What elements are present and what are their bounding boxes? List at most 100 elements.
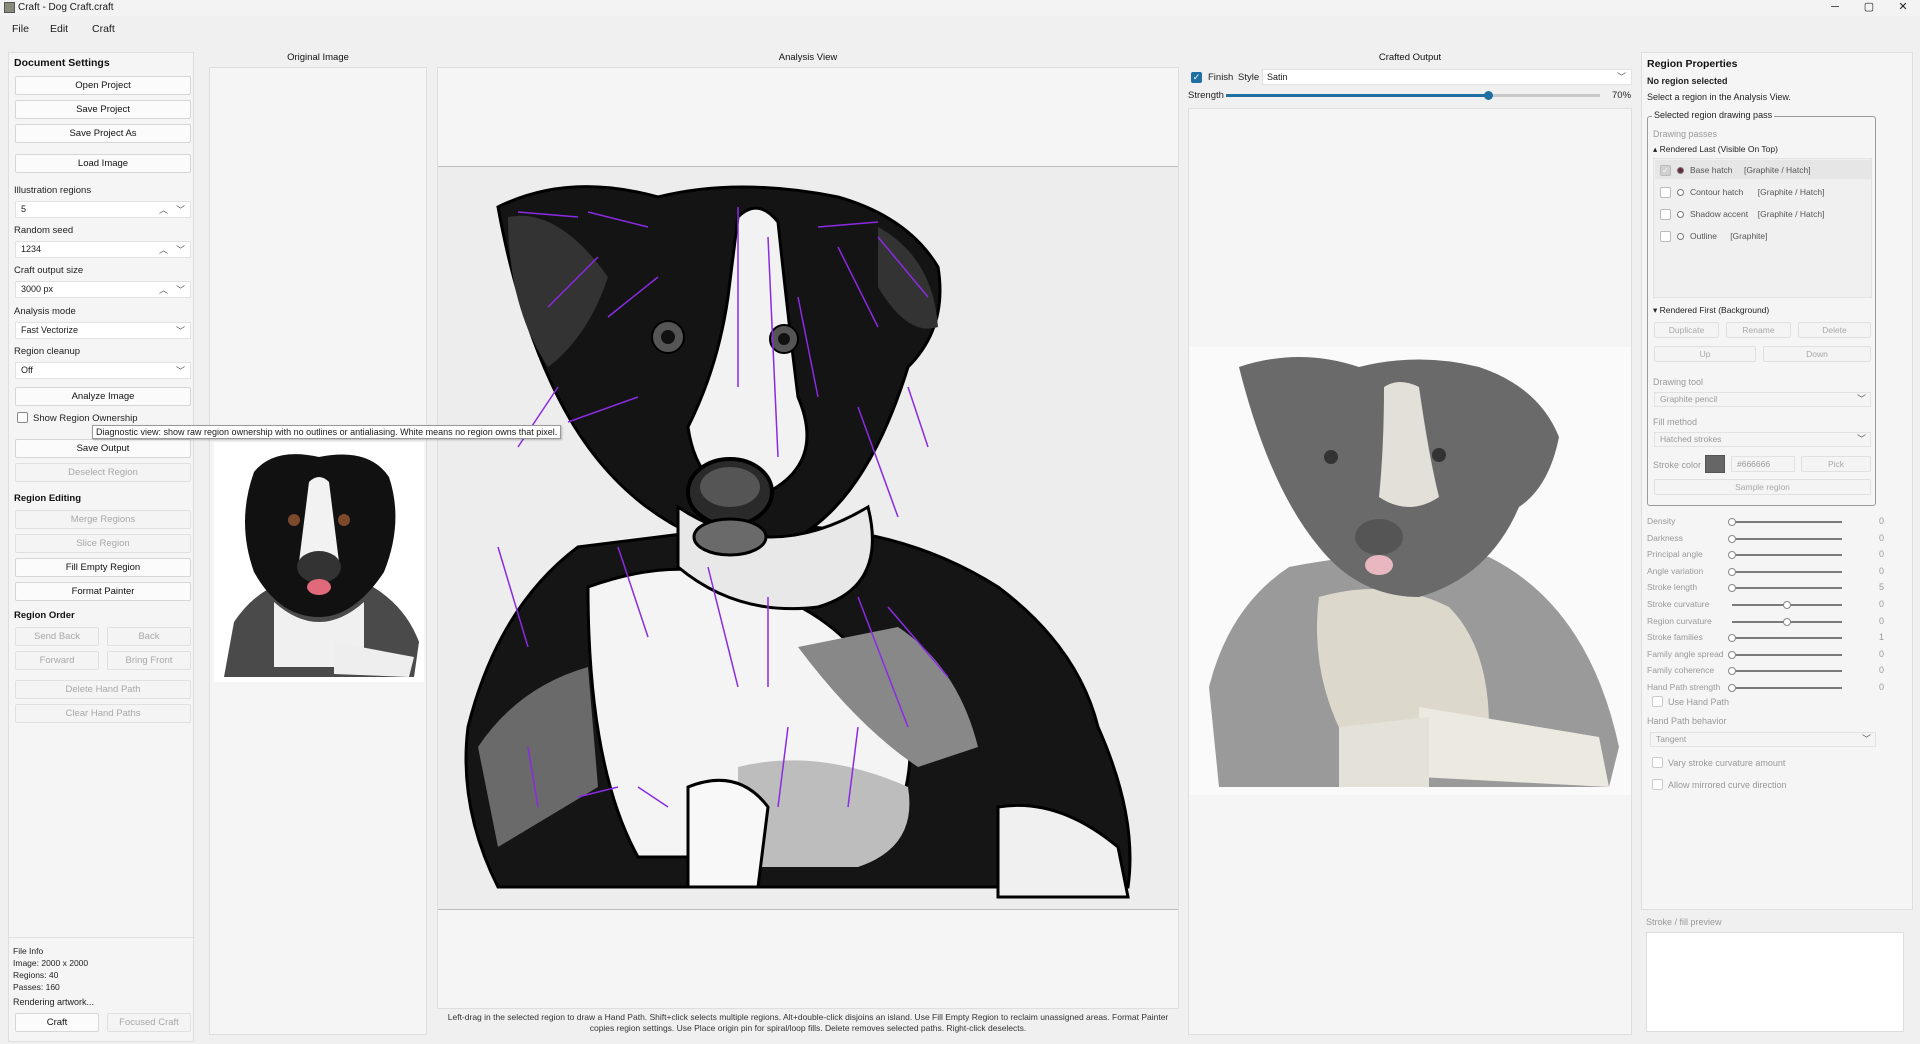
slider-track[interactable] (1732, 521, 1842, 523)
load-image-button[interactable]: Load Image (15, 154, 191, 173)
clear-hand-paths-button[interactable]: Clear Hand Paths (15, 704, 191, 723)
finish-checkbox[interactable]: ✓ (1191, 72, 1202, 83)
region-properties-title: Region Properties (1647, 58, 1738, 70)
mirrored-checkbox[interactable] (1652, 779, 1663, 790)
spin-down-icon[interactable]: ﹀ (176, 243, 185, 258)
slice-region-button[interactable]: Slice Region (15, 534, 191, 553)
fill-method-select[interactable]: Hatched strokes ﹀ (1654, 432, 1871, 447)
strength-handle[interactable] (1483, 91, 1493, 100)
slider-handle[interactable] (1728, 518, 1736, 526)
spin-down-icon[interactable]: ﹀ (176, 203, 185, 218)
spin-up-icon[interactable]: ︿ (159, 283, 168, 298)
pick-button[interactable]: Pick (1801, 456, 1871, 472)
pass-checkbox[interactable]: ✓ (1660, 165, 1671, 176)
up-button[interactable]: Up (1654, 346, 1756, 362)
stroke-color-swatch[interactable] (1705, 455, 1725, 473)
file-info-image: Image: 2000 x 2000 (13, 958, 89, 968)
pass-row[interactable]: Outline [Graphite] (1658, 229, 1868, 245)
pass-row[interactable]: ✓ Base hatch [Graphite / Hatch] (1658, 163, 1868, 179)
delete-button[interactable]: Delete (1798, 322, 1871, 338)
close-button[interactable]: ✕ (1886, 0, 1920, 16)
show-ownership-checkbox[interactable] (17, 412, 28, 423)
stroke-color-field[interactable]: #666666 (1731, 456, 1795, 472)
analysis-canvas[interactable] (438, 166, 1178, 910)
slider-handle[interactable] (1783, 617, 1791, 626)
slider-value: 0 (1878, 549, 1884, 560)
bring-front-button[interactable]: Bring Front (107, 651, 191, 670)
slider-handle[interactable] (1728, 634, 1736, 643)
slider-handle[interactable] (1728, 567, 1736, 576)
pass-visibility-icon[interactable] (1677, 211, 1684, 218)
slider-track[interactable] (1732, 637, 1842, 640)
fill-empty-region-button[interactable]: Fill Empty Region (15, 558, 191, 577)
slider-handle[interactable] (1728, 684, 1736, 692)
slider-track[interactable] (1732, 554, 1842, 557)
menu-edit[interactable]: Edit (50, 23, 68, 35)
analysis-view-panel[interactable] (437, 67, 1179, 1009)
slider-handle[interactable] (1783, 601, 1791, 609)
slider-track[interactable] (1732, 687, 1842, 689)
down-button[interactable]: Down (1763, 346, 1871, 362)
mode-select[interactable]: Fast Vectorize ﹀ (15, 322, 191, 339)
style-select[interactable]: Satin ﹀ (1262, 69, 1632, 85)
save-project-button[interactable]: Save Project (15, 100, 191, 119)
delete-hand-path-button[interactable]: Delete Hand Path (15, 680, 191, 699)
send-back-button[interactable]: Send Back (15, 627, 99, 646)
sample-region-button[interactable]: Sample region (1654, 479, 1871, 495)
slider-track[interactable] (1732, 587, 1842, 590)
slider-handle[interactable] (1728, 551, 1736, 560)
regions-spinbox[interactable]: 5 ︿ ﹀ (15, 201, 191, 218)
analyze-image-button[interactable]: Analyze Image (15, 387, 191, 406)
pass-row[interactable]: Shadow accent [Graphite / Hatch] (1658, 207, 1868, 223)
duplicate-button[interactable]: Duplicate (1654, 322, 1719, 338)
open-project-button[interactable]: Open Project (15, 76, 191, 95)
spin-down-icon[interactable]: ﹀ (176, 283, 185, 298)
slider-track[interactable] (1732, 537, 1842, 540)
format-painter-button[interactable]: Format Painter (15, 582, 191, 601)
pass-visibility-icon[interactable] (1677, 167, 1684, 174)
slider-track[interactable] (1732, 653, 1842, 656)
spin-up-icon[interactable]: ︿ (159, 243, 168, 258)
save-project-as-button[interactable]: Save Project As (15, 124, 191, 143)
slider-label: Stroke length (1647, 582, 1698, 593)
pass-checkbox[interactable] (1660, 187, 1671, 198)
merge-regions-button[interactable]: Merge Regions (15, 510, 191, 529)
pass-checkbox[interactable] (1660, 209, 1671, 220)
strength-slider[interactable] (1226, 91, 1600, 100)
pass-visibility-icon[interactable] (1677, 233, 1684, 240)
pass-row[interactable]: Contour hatch [Graphite / Hatch] (1658, 185, 1868, 201)
pass-tag: [Graphite / Hatch] (1744, 165, 1811, 175)
slider-handle[interactable] (1728, 584, 1736, 593)
maximize-button[interactable]: ▢ (1852, 0, 1886, 16)
pass-checkbox[interactable] (1660, 231, 1671, 242)
slider-handle[interactable] (1728, 534, 1736, 543)
slider-handle[interactable] (1728, 650, 1736, 659)
hand-behavior-select[interactable]: Tangent ﹀ (1650, 732, 1876, 747)
slider-track[interactable] (1732, 670, 1842, 673)
seed-spinbox[interactable]: 1234 ︿ ﹀ (15, 241, 191, 258)
rename-button[interactable]: Rename (1726, 322, 1791, 338)
group-title: Selected region drawing pass (1652, 110, 1775, 120)
vary-curvature-checkbox[interactable] (1652, 757, 1663, 768)
slider-handle[interactable] (1728, 667, 1736, 676)
analysis-dog-image[interactable] (438, 167, 1178, 911)
menu-file[interactable]: File (12, 23, 29, 35)
back-button[interactable]: Back (107, 627, 191, 646)
size-spinbox[interactable]: 3000 px ︿ ﹀ (15, 281, 191, 298)
save-output-button[interactable]: Save Output (15, 439, 191, 458)
drawing-tool-select[interactable]: Graphite pencil ﹀ (1654, 392, 1871, 407)
pass-name: Contour hatch (1690, 187, 1744, 197)
slider-track[interactable] (1732, 570, 1842, 573)
spin-up-icon[interactable]: ︿ (159, 203, 168, 218)
use-hand-path-checkbox[interactable] (1652, 696, 1663, 707)
craft-button[interactable]: Craft (15, 1013, 99, 1032)
focused-craft-button[interactable]: Focused Craft (107, 1013, 191, 1032)
pass-visibility-icon[interactable] (1677, 189, 1684, 196)
forward-button[interactable]: Forward (15, 651, 99, 670)
file-info-title: File Info (13, 946, 44, 956)
cleanup-select[interactable]: Off ﹀ (15, 362, 191, 379)
minimize-button[interactable]: ─ (1818, 0, 1852, 16)
passes-list[interactable]: ✓ Base hatch [Graphite / Hatch] Contour hat… (1653, 158, 1872, 298)
deselect-region-button[interactable]: Deselect Region (15, 463, 191, 482)
menu-craft[interactable]: Craft (92, 23, 115, 35)
